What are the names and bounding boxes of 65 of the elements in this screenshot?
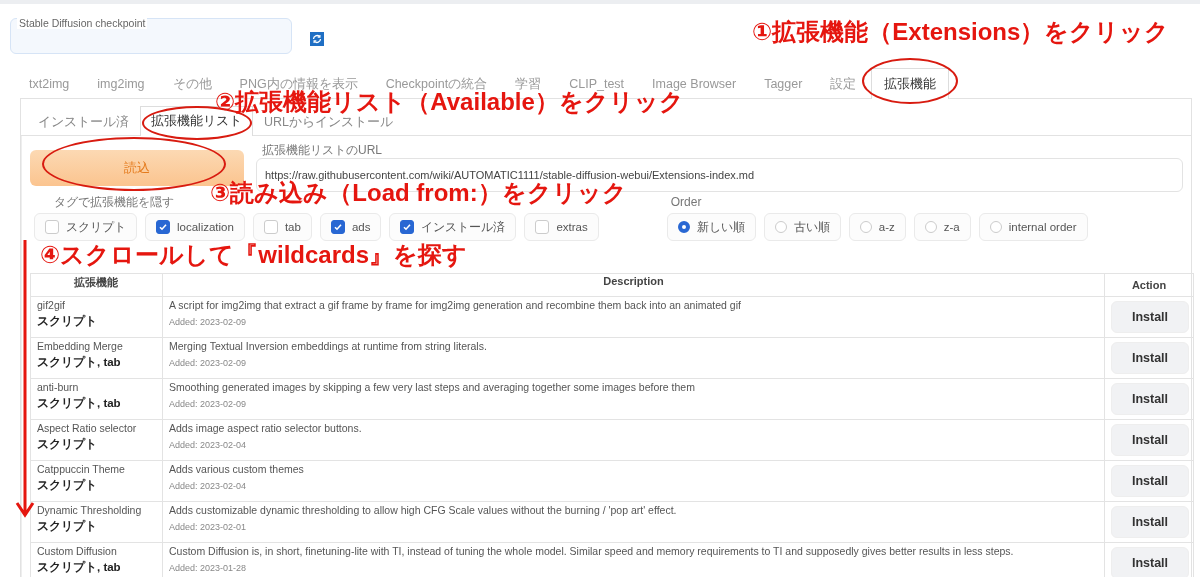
column-header: Description (162, 273, 1105, 297)
tab[interactable]: 拡張機能 (871, 68, 950, 99)
install-button[interactable]: Install (1111, 506, 1189, 538)
added-date: Added: 2023-01-28 (169, 563, 248, 574)
checkbox[interactable] (156, 220, 170, 234)
tag-checkbox[interactable]: スクリプト (34, 213, 137, 241)
check-icon (158, 222, 168, 232)
tag-checkbox[interactable]: ads (319, 213, 382, 241)
added-date: Added: 2023-02-09 (169, 358, 248, 369)
install-button[interactable]: Install (1111, 383, 1189, 415)
extension-tags: スクリプト (37, 478, 156, 492)
annotation-text: ④スクロールして『wildcards』を探す (40, 243, 468, 267)
extension-tags: スクリプト (37, 519, 156, 533)
install-button[interactable]: Install (1111, 465, 1189, 497)
checkbox[interactable] (330, 220, 345, 234)
field-label: Stable Diffusion checkpoint (17, 17, 148, 29)
extension-name: Dynamic Thresholding (37, 504, 143, 517)
extension-name: Catppuccin Theme (37, 463, 126, 476)
extension-description: Custom Diffusion is, in short, finetuning-lite with TI, instead of tuning the whole model. Similar speed and memory requirements to TI and supposedly gives better results in less steps. (169, 545, 1015, 558)
added-date: Added: 2023-02-04 (169, 440, 248, 451)
install-button[interactable]: Install (1111, 301, 1189, 333)
column-header: 拡張機能 (30, 273, 163, 297)
order-radio[interactable]: z-a (913, 213, 971, 241)
tag-checkbox[interactable]: localization (145, 213, 245, 241)
install-button[interactable]: Install (1111, 424, 1189, 456)
tag-checkbox[interactable]: インストール済 (389, 213, 517, 241)
check-icon (332, 222, 343, 232)
tag-checkbox[interactable]: extras (524, 213, 599, 241)
checkbox[interactable] (400, 220, 415, 234)
order-radio[interactable]: 古い順 (763, 213, 841, 241)
added-date: Added: 2023-02-04 (169, 481, 248, 492)
extension-name: Custom Diffusion (37, 545, 118, 558)
extension-description: Merging Textual Inversion embeddings at runtime from string literals. (169, 340, 488, 353)
install-button[interactable]: Install (1111, 547, 1189, 577)
added-date: Added: 2023-02-09 (169, 317, 248, 328)
extension-name: anti-burn (37, 381, 80, 394)
added-date: Added: 2023-02-09 (169, 399, 248, 410)
install-button[interactable]: Install (1111, 342, 1189, 374)
extension-description: Adds various custom themes (169, 463, 305, 476)
order-radio[interactable]: internal order (978, 213, 1088, 241)
field-label: 拡張機能リストのURL (261, 144, 383, 156)
added-date: Added: 2023-02-01 (169, 522, 248, 533)
order-radio[interactable]: 新しい順 (666, 213, 756, 241)
refresh-icon[interactable] (310, 32, 324, 46)
order-radio[interactable]: a-z (848, 213, 906, 241)
column-header: Action (1104, 273, 1194, 297)
extension-tags: スクリプト (37, 437, 156, 451)
extension-description: A script for img2img that extract a gif frame by frame for img2img generation and recombine them back into an animated gif (169, 299, 742, 312)
extension-tags: スクリプト, tab (37, 560, 156, 574)
extension-description: Adds image aspect ratio selector buttons. (169, 422, 363, 435)
extension-tags: スクリプト (37, 314, 156, 328)
extension-description: Smoothing generated images by skipping a few very last steps and averaging together some images before them (169, 381, 696, 394)
checkpoint-dropdown[interactable]: Stable Diffusion checkpoint (10, 18, 292, 54)
annotation-text: ①拡張機能（Extensions）をクリック (752, 20, 1170, 44)
check-icon (402, 222, 413, 232)
extension-name: Embedding Merge (37, 340, 124, 353)
extension-name: gif2gif (37, 299, 67, 312)
tag-checkbox[interactable]: tab (252, 213, 312, 241)
radio-button[interactable] (677, 221, 690, 233)
extension-tags: スクリプト, tab (37, 355, 156, 369)
extension-description: Adds customizable dynamic thresholding to allow high CFG Scale values without the burning / 'pop art' effect. (169, 504, 678, 517)
tab[interactable]: インストール済 (27, 108, 140, 135)
extension-tags: スクリプト, tab (37, 396, 156, 410)
extension-name: Aspect Ratio selector (37, 422, 138, 435)
group-label: Order (669, 196, 703, 208)
